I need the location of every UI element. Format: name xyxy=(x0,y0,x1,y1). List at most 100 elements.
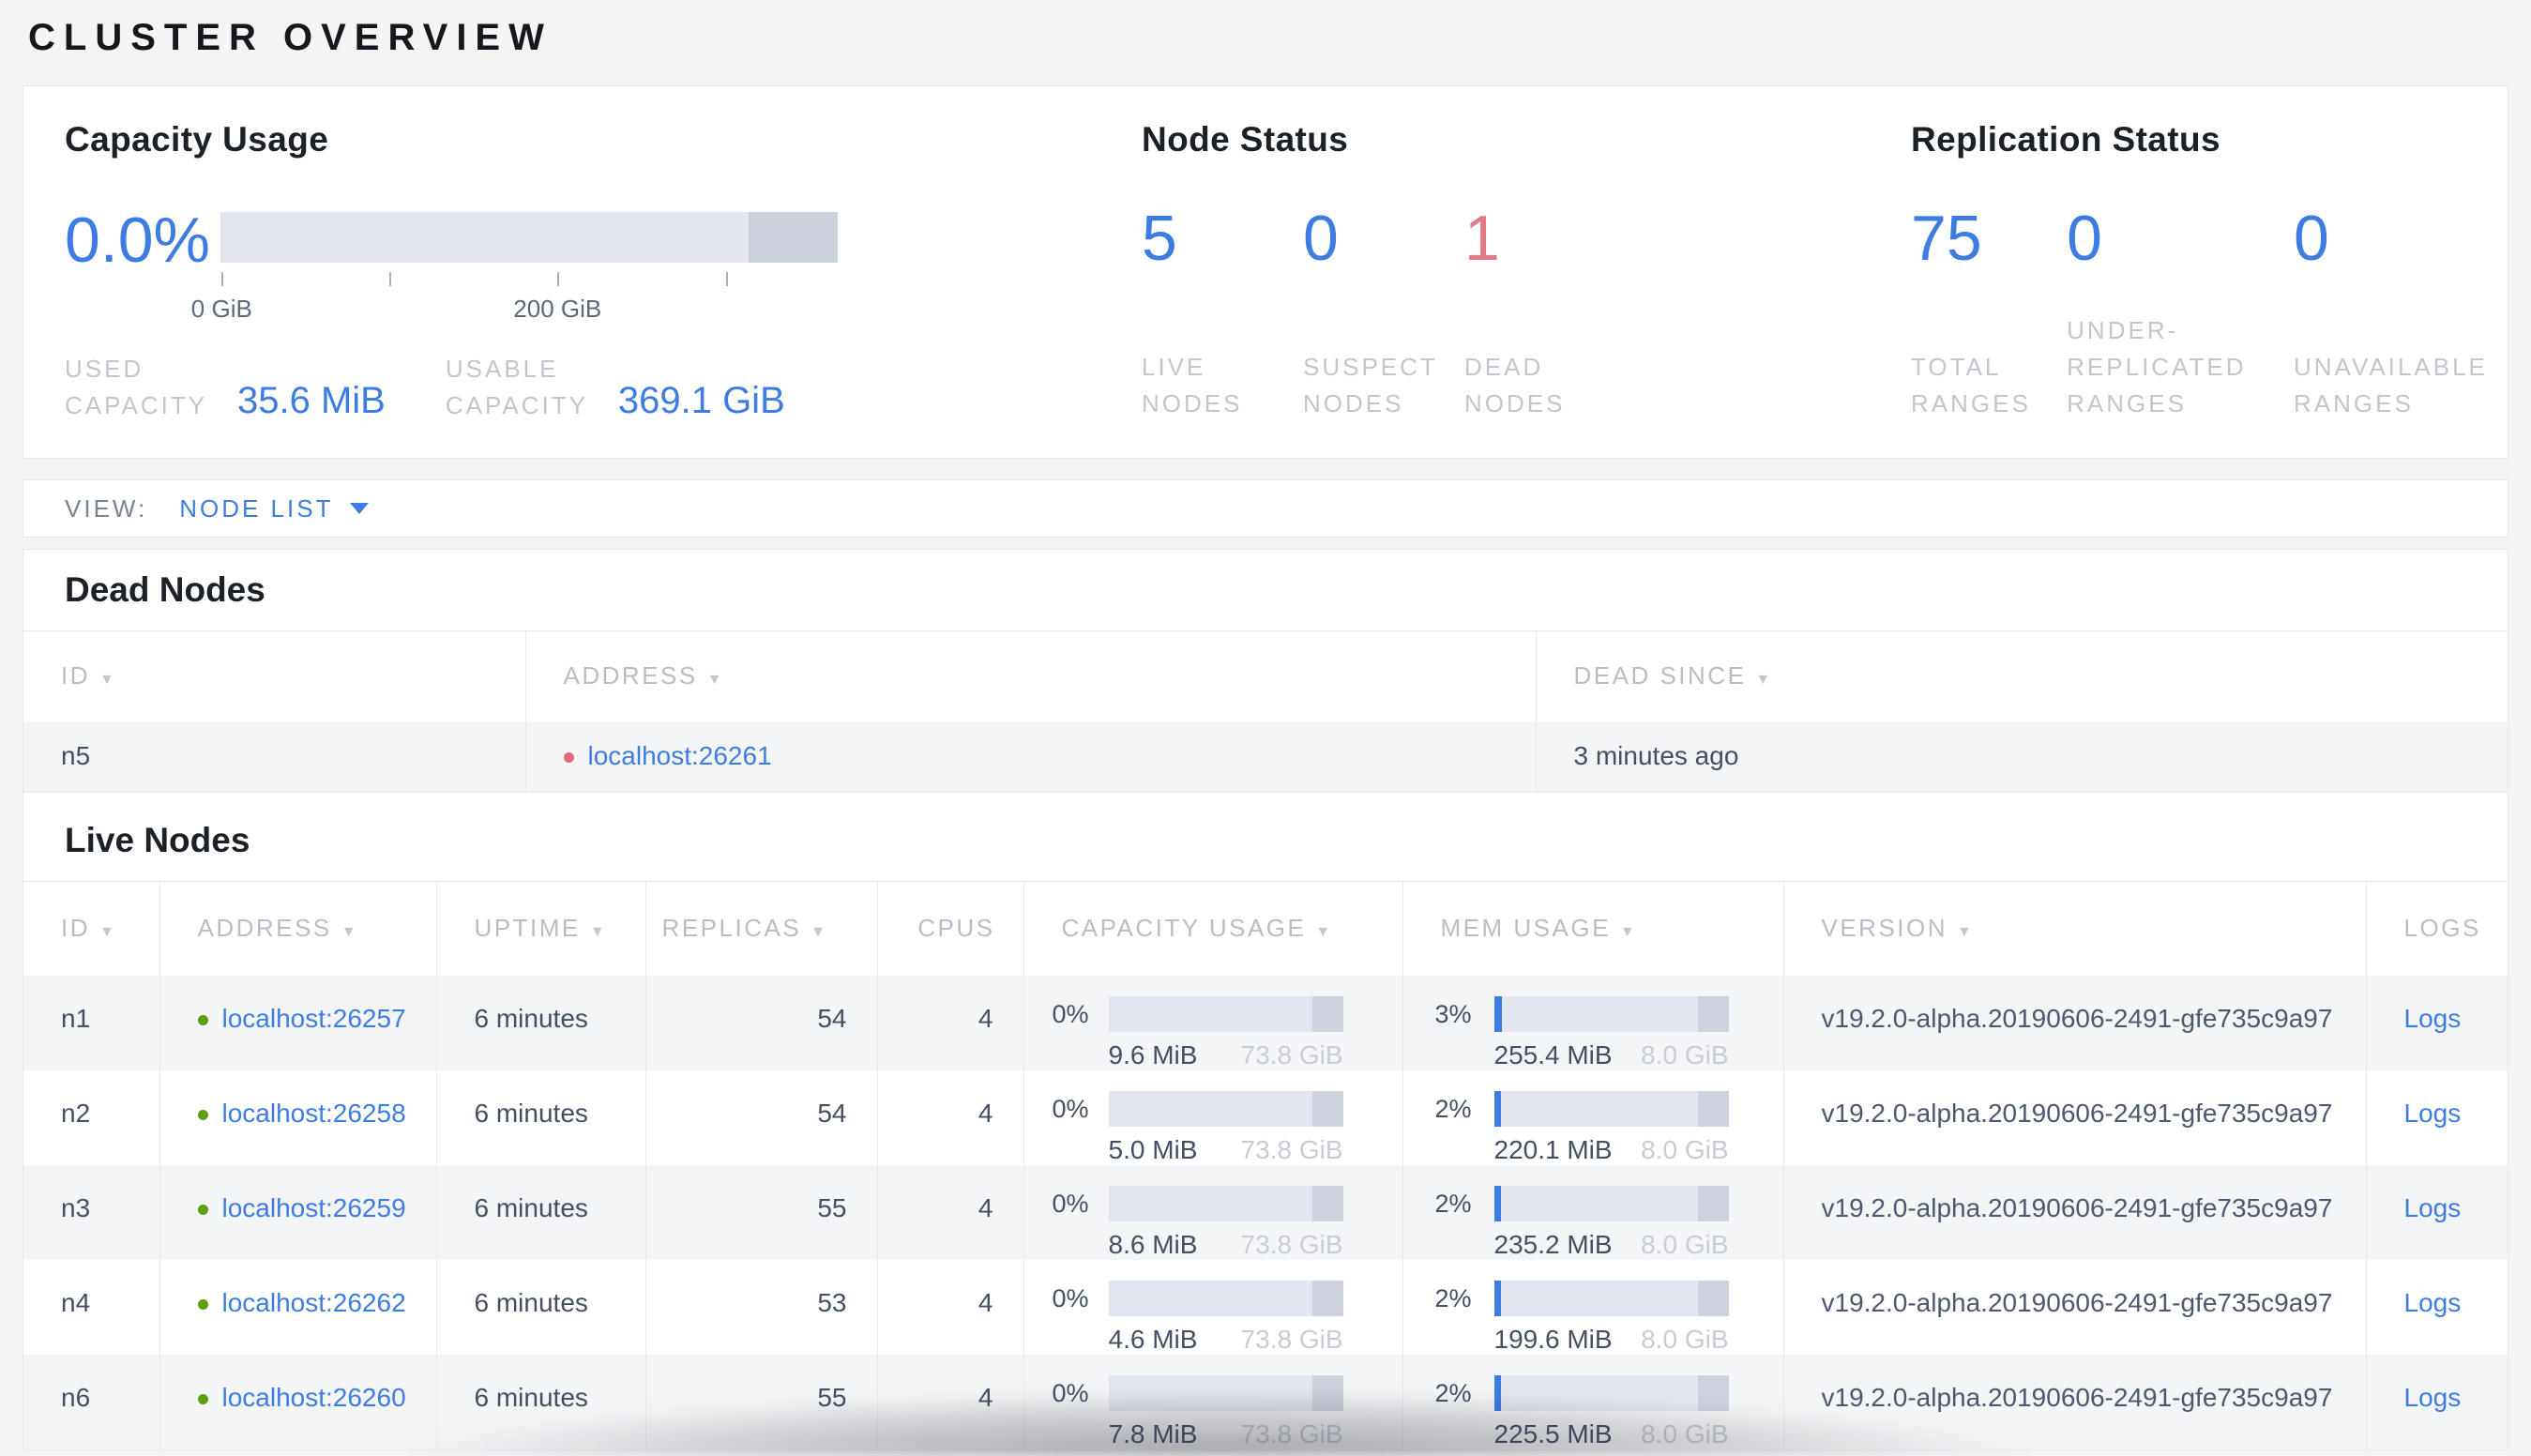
total-ranges-stat: 75 TOTAL RANGES xyxy=(1911,206,2067,422)
column-header-address[interactable]: ADDRESS ▼ xyxy=(524,630,1536,721)
node-address-link[interactable]: localhost:26262 xyxy=(222,1288,406,1317)
logs-cell: Logs xyxy=(2365,1354,2508,1449)
capacity-percent-label: 0% xyxy=(1052,999,1089,1028)
mem-used-value: 220.1 MiB xyxy=(1493,1134,1613,1164)
node-id-cell: n6 xyxy=(23,1354,159,1449)
capacity-total-value: 73.8 GiB xyxy=(1240,1039,1343,1069)
column-header-logs: LOGS xyxy=(2365,881,2508,976)
capacity-meter: 0.0% 0 GiB 200 GiB xyxy=(65,208,1078,323)
logs-cell: Logs xyxy=(2365,1164,2508,1260)
replication-status-heading: Replication Status xyxy=(1911,120,2220,159)
column-header-dead-since[interactable]: DEAD SINCE ▼ xyxy=(1535,630,2508,721)
node-dead-status-dot xyxy=(563,752,574,764)
version-cell: v19.2.0-alpha.20190606-2491-gfe735c9a97 xyxy=(1782,975,2366,1070)
used-capacity-value: 35.6 MiB xyxy=(237,380,386,421)
column-header-mem-usage[interactable]: MEM USAGE ▼ xyxy=(1402,881,1783,976)
mem-percent-label: 2% xyxy=(1434,1189,1472,1218)
column-label: CAPACITY USAGE xyxy=(1061,914,1307,943)
axis-tick-label: 0 GiB xyxy=(190,295,252,323)
logs-link[interactable]: Logs xyxy=(2404,1099,2462,1128)
cluster-overview-page: CLUSTER OVERVIEW Capacity Usage 0.0% 0 G… xyxy=(0,0,2531,1456)
column-header-id[interactable]: ID ▼ xyxy=(23,630,525,721)
cpus-cell: 4 xyxy=(876,1354,1023,1449)
capacity-usage-cell: 0% 8.6 MiB 73.8 GiB xyxy=(1023,1164,1402,1260)
sort-desc-icon: ▼ xyxy=(341,924,359,941)
capacity-reserved-segment xyxy=(1312,1280,1343,1316)
column-header-replicas[interactable]: REPLICAS ▼ xyxy=(644,881,877,976)
live-nodes-heading: Live Nodes xyxy=(65,821,250,859)
column-header-uptime[interactable]: UPTIME ▼ xyxy=(435,881,645,976)
column-header-address[interactable]: ADDRESS ▼ xyxy=(159,881,436,976)
node-id-cell: n2 xyxy=(61,1098,91,1128)
mem-percent-label: 2% xyxy=(1434,1094,1472,1123)
sort-desc-icon: ▼ xyxy=(1315,924,1333,941)
capacity-usage-bar xyxy=(1108,1090,1343,1127)
node-address-link[interactable]: localhost:26261 xyxy=(588,741,772,770)
logs-cell: Logs xyxy=(2365,1069,2508,1165)
node-status-heading: Node Status xyxy=(1142,120,1349,159)
capacity-percent-label: 0% xyxy=(1052,1094,1089,1123)
axis-tick xyxy=(221,272,224,286)
mem-percent-label: 2% xyxy=(1434,1378,1472,1407)
page-title: CLUSTER OVERVIEW xyxy=(28,17,553,58)
sort-desc-icon: ▼ xyxy=(811,924,828,941)
column-label: LOGS xyxy=(2403,914,2481,943)
capacity-usage-bar: 0 GiB 200 GiB xyxy=(191,212,838,323)
replication-stats: 75 TOTAL RANGES 0 UNDER-REPLICATED RANGE… xyxy=(1911,203,2511,422)
node-address-cell: localhost:26262 xyxy=(159,1259,436,1355)
sort-desc-icon: ▼ xyxy=(1957,924,1975,941)
logs-link[interactable]: Logs xyxy=(2404,1383,2462,1412)
mem-used-value: 235.2 MiB xyxy=(1493,1229,1613,1259)
suspect-nodes-count: 0 xyxy=(1303,203,1339,274)
node-address-link[interactable]: localhost:26257 xyxy=(222,1004,406,1033)
sort-desc-icon: ▼ xyxy=(1755,672,1773,689)
mem-total-value: 8.0 GiB xyxy=(1641,1324,1729,1354)
sort-desc-icon: ▼ xyxy=(99,924,117,941)
capacity-reserved-segment xyxy=(1312,1090,1343,1127)
under-replicated-ranges-count: 0 xyxy=(2067,203,2102,274)
column-header-id[interactable]: ID ▼ xyxy=(23,881,159,976)
capacity-usage-bar xyxy=(1108,995,1343,1032)
version-cell: v19.2.0-alpha.20190606-2491-gfe735c9a97 xyxy=(1782,1354,2366,1449)
capacity-total-value: 73.8 GiB xyxy=(1240,1134,1343,1164)
under-replicated-ranges-label: UNDER-REPLICATED RANGES xyxy=(2067,316,2247,417)
replicas-cell: 53 xyxy=(644,1259,877,1355)
usable-capacity-label: USABLE CAPACITY xyxy=(445,355,588,419)
mem-reserved-segment xyxy=(1698,1090,1729,1127)
mem-total-value: 8.0 GiB xyxy=(1641,1039,1729,1069)
capacity-reserved-segment xyxy=(1312,1185,1343,1221)
column-header-cpus[interactable]: CPUS xyxy=(876,881,1023,976)
capacity-total-value: 73.8 GiB xyxy=(1240,1418,1343,1448)
node-address-link[interactable]: localhost:26258 xyxy=(222,1099,406,1128)
column-header-capacity-usage[interactable]: CAPACITY USAGE ▼ xyxy=(1023,881,1402,976)
node-address-cell: localhost:26261 xyxy=(524,720,1536,793)
unavailable-ranges-label: UNAVAILABLE RANGES xyxy=(2294,353,2488,417)
capacity-usage-cell: 0% 5.0 MiB 73.8 GiB xyxy=(1023,1069,1402,1165)
mem-usage-bar xyxy=(1493,1090,1729,1127)
mem-total-value: 8.0 GiB xyxy=(1641,1134,1729,1164)
logs-link[interactable]: Logs xyxy=(2404,1288,2462,1317)
logs-link[interactable]: Logs xyxy=(2404,1193,2462,1222)
node-address-link[interactable]: localhost:26260 xyxy=(222,1383,406,1412)
uptime-cell: 6 minutes xyxy=(435,1164,645,1260)
live-nodes-label: LIVE NODES xyxy=(1142,353,1243,417)
axis-tick-label: 200 GiB xyxy=(513,295,602,323)
chevron-down-icon xyxy=(350,503,370,514)
column-header-version[interactable]: VERSION ▼ xyxy=(1782,881,2366,976)
mem-usage-cell: 2% 235.2 MiB 8.0 GiB xyxy=(1402,1164,1783,1260)
sort-desc-icon: ▼ xyxy=(1619,924,1638,941)
view-dropdown-value[interactable]: NODE LIST xyxy=(179,494,333,523)
logs-link[interactable]: Logs xyxy=(2404,1004,2462,1033)
uptime-cell: 6 minutes xyxy=(435,975,645,1070)
view-selector-bar: VIEW: NODE LIST xyxy=(23,479,2508,538)
node-address-link[interactable]: localhost:26259 xyxy=(222,1193,406,1222)
capacity-bar-reserved-segment xyxy=(748,212,838,263)
total-ranges-label: TOTAL RANGES xyxy=(1911,353,2031,417)
mem-bar-fill xyxy=(1493,995,1503,1032)
view-dropdown[interactable]: NODE LIST xyxy=(179,494,370,523)
mem-usage-bar xyxy=(1493,1374,1729,1411)
capacity-total-value: 73.8 GiB xyxy=(1240,1229,1343,1259)
capacity-percent-label: 0% xyxy=(1052,1189,1089,1218)
column-label: CPUS xyxy=(917,914,995,943)
mem-used-value: 225.5 MiB xyxy=(1493,1418,1613,1448)
